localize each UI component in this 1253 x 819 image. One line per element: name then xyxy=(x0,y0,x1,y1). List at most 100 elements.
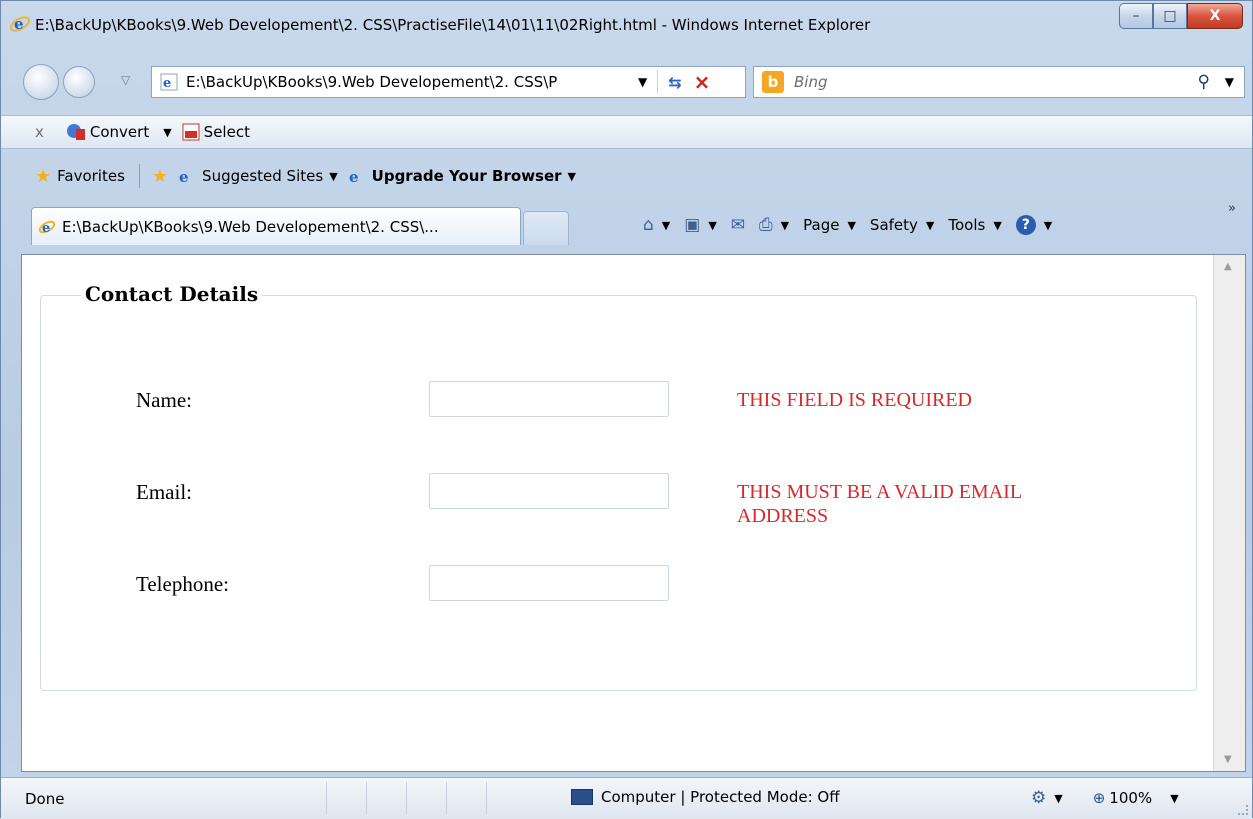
window-controls: – □ X xyxy=(1119,3,1243,29)
address-input[interactable]: E:\BackUp\KBooks\9.Web Developement\2. C… xyxy=(186,73,626,91)
ie-logo-icon: e xyxy=(38,220,56,236)
svg-text:e: e xyxy=(163,76,171,91)
zone-label: Computer | Protected Mode: Off xyxy=(601,788,840,806)
status-bar: Done Computer | Protected Mode: Off ⚙ ▼ … xyxy=(1,777,1252,819)
address-divider xyxy=(657,70,659,94)
status-pane xyxy=(446,782,486,814)
status-pane xyxy=(486,782,526,814)
safety-menu[interactable]: Safety xyxy=(870,216,918,234)
new-tab-button[interactable] xyxy=(523,211,569,245)
feeds-dropdown-icon[interactable]: ▼ xyxy=(708,219,716,232)
convert-dropdown-icon[interactable]: ▼ xyxy=(163,126,171,139)
globe-lock-icon[interactable]: ⚙ xyxy=(1031,788,1046,808)
contact-details-fieldset: Contact Details Name: THIS FIELD IS REQU… xyxy=(40,282,1197,691)
svg-text:e: e xyxy=(349,168,359,185)
help-icon[interactable]: ? xyxy=(1015,215,1036,235)
page-icon: e xyxy=(160,73,178,91)
favorites-divider xyxy=(138,164,140,188)
address-dropdown-icon[interactable]: ▼ xyxy=(638,75,647,89)
more-commands-icon[interactable]: » xyxy=(1228,201,1236,216)
telephone-label: Telephone: xyxy=(136,572,229,596)
safety-dropdown-icon[interactable]: ▼ xyxy=(926,219,934,232)
status-pane xyxy=(406,782,446,814)
email-label: Email: xyxy=(136,480,192,504)
select-icon xyxy=(182,123,200,141)
status-right-controls: ⚙ ▼ ⊕ 100% ▼ xyxy=(1031,788,1179,808)
ie-logo-icon: e xyxy=(9,15,31,33)
upgrade-browser-dropdown-icon[interactable]: ▼ xyxy=(568,170,576,183)
svg-text:e: e xyxy=(179,168,189,185)
refresh-icon[interactable]: ⇆ xyxy=(668,73,681,92)
telephone-input[interactable] xyxy=(429,565,669,601)
tools-menu[interactable]: Tools xyxy=(948,216,985,234)
print-icon[interactable]: ⎙ xyxy=(759,215,773,235)
home-icon[interactable]: ⌂ xyxy=(643,215,654,235)
favorites-bar: ★ Favorites ★ e Suggested Sites ▼ e Upgr… xyxy=(1,156,1252,196)
select-button[interactable]: Select xyxy=(204,123,250,141)
convert-button[interactable]: Convert xyxy=(90,123,149,141)
forward-button[interactable] xyxy=(63,66,95,98)
maximize-button[interactable]: □ xyxy=(1153,3,1187,29)
search-options-dropdown-icon[interactable]: ▼ xyxy=(1225,75,1234,89)
tab-row: e E:\BackUp\KBooks\9.Web Developement\2.… xyxy=(1,201,1252,249)
status-pane xyxy=(326,782,366,814)
command-bar: ⌂ ▼ ▣ ▼ ✉ ⎙ ▼ Page ▼ Safety ▼ Tools ▼ ? … xyxy=(643,215,1066,235)
zoom-icon[interactable]: ⊕ xyxy=(1093,789,1106,807)
status-panes xyxy=(326,782,526,814)
print-dropdown-icon[interactable]: ▼ xyxy=(781,219,789,232)
favorites-button[interactable]: Favorites xyxy=(57,167,125,185)
recent-pages-dropdown-icon[interactable]: ▽ xyxy=(121,73,130,87)
browser-window: e E:\BackUp\KBooks\9.Web Developement\2.… xyxy=(0,0,1253,819)
vertical-scrollbar[interactable]: ▲ ▼ xyxy=(1213,255,1245,771)
back-button[interactable] xyxy=(23,64,59,100)
status-text: Done xyxy=(25,789,65,808)
title-bar: e E:\BackUp\KBooks\9.Web Developement\2.… xyxy=(1,1,1252,51)
page-menu[interactable]: Page xyxy=(803,216,839,234)
minimize-button[interactable]: – xyxy=(1119,3,1153,29)
scroll-up-arrow-icon[interactable]: ▲ xyxy=(1224,261,1232,272)
scroll-down-arrow-icon[interactable]: ▼ xyxy=(1224,754,1232,765)
add-to-favorites-icon[interactable]: ★ xyxy=(152,166,168,187)
name-label: Name: xyxy=(136,388,192,412)
svg-text:e: e xyxy=(42,221,50,236)
name-row: Name: THIS FIELD IS REQUIRED xyxy=(41,381,1196,428)
stop-icon[interactable]: × xyxy=(694,70,711,94)
email-error-message: THIS MUST BE A VALID EMAIL ADDRESS xyxy=(737,481,1022,527)
suggested-sites-link[interactable]: Suggested Sites xyxy=(202,167,323,185)
page-dropdown-icon[interactable]: ▼ xyxy=(847,219,855,232)
computer-icon xyxy=(571,789,593,805)
home-dropdown-icon[interactable]: ▼ xyxy=(662,219,670,232)
ie-page-icon: e xyxy=(179,168,189,185)
page-content: Contact Details Name: THIS FIELD IS REQU… xyxy=(21,254,1246,772)
search-icon[interactable]: ⚲ xyxy=(1198,72,1210,92)
zoom-level[interactable]: 100% xyxy=(1109,789,1152,807)
convert-toolbar: x Convert ▼ Select xyxy=(1,115,1252,149)
ie-page-icon: e xyxy=(349,168,359,185)
upgrade-browser-link[interactable]: Upgrade Your Browser xyxy=(372,167,562,185)
search-box[interactable]: b Bing ⚲ ▼ xyxy=(753,66,1245,98)
zoom-dropdown-icon[interactable]: ▼ xyxy=(1170,792,1178,805)
tools-dropdown-icon[interactable]: ▼ xyxy=(993,219,1001,232)
suggested-sites-dropdown-icon[interactable]: ▼ xyxy=(329,170,337,183)
fieldset-legend: Contact Details xyxy=(81,282,263,306)
status-pane xyxy=(366,782,406,814)
window-title: E:\BackUp\KBooks\9.Web Developement\2. C… xyxy=(35,16,871,34)
email-row: Email: THIS MUST BE A VALID EMAIL ADDRES… xyxy=(41,473,1196,527)
name-error-message: THIS FIELD IS REQUIRED xyxy=(737,389,972,411)
help-dropdown-icon[interactable]: ▼ xyxy=(1044,219,1052,232)
security-zone[interactable]: Computer | Protected Mode: Off xyxy=(571,788,840,806)
bing-logo-icon: b xyxy=(762,71,784,93)
name-input[interactable] xyxy=(429,381,669,417)
close-button[interactable]: X xyxy=(1187,3,1243,29)
globe-dropdown-icon[interactable]: ▼ xyxy=(1054,792,1062,805)
svg-text:e: e xyxy=(14,15,24,33)
resize-grip[interactable] xyxy=(1238,805,1248,815)
toolbar-close-icon[interactable]: x xyxy=(35,123,44,141)
address-bar[interactable]: e E:\BackUp\KBooks\9.Web Developement\2.… xyxy=(151,66,746,98)
search-input[interactable]: Bing xyxy=(794,73,828,91)
favorites-star-icon[interactable]: ★ xyxy=(35,166,51,187)
email-input[interactable] xyxy=(429,473,669,509)
feeds-icon[interactable]: ▣ xyxy=(684,215,700,235)
mail-icon[interactable]: ✉ xyxy=(731,215,745,235)
tab-active[interactable]: e E:\BackUp\KBooks\9.Web Developement\2.… xyxy=(31,207,521,245)
